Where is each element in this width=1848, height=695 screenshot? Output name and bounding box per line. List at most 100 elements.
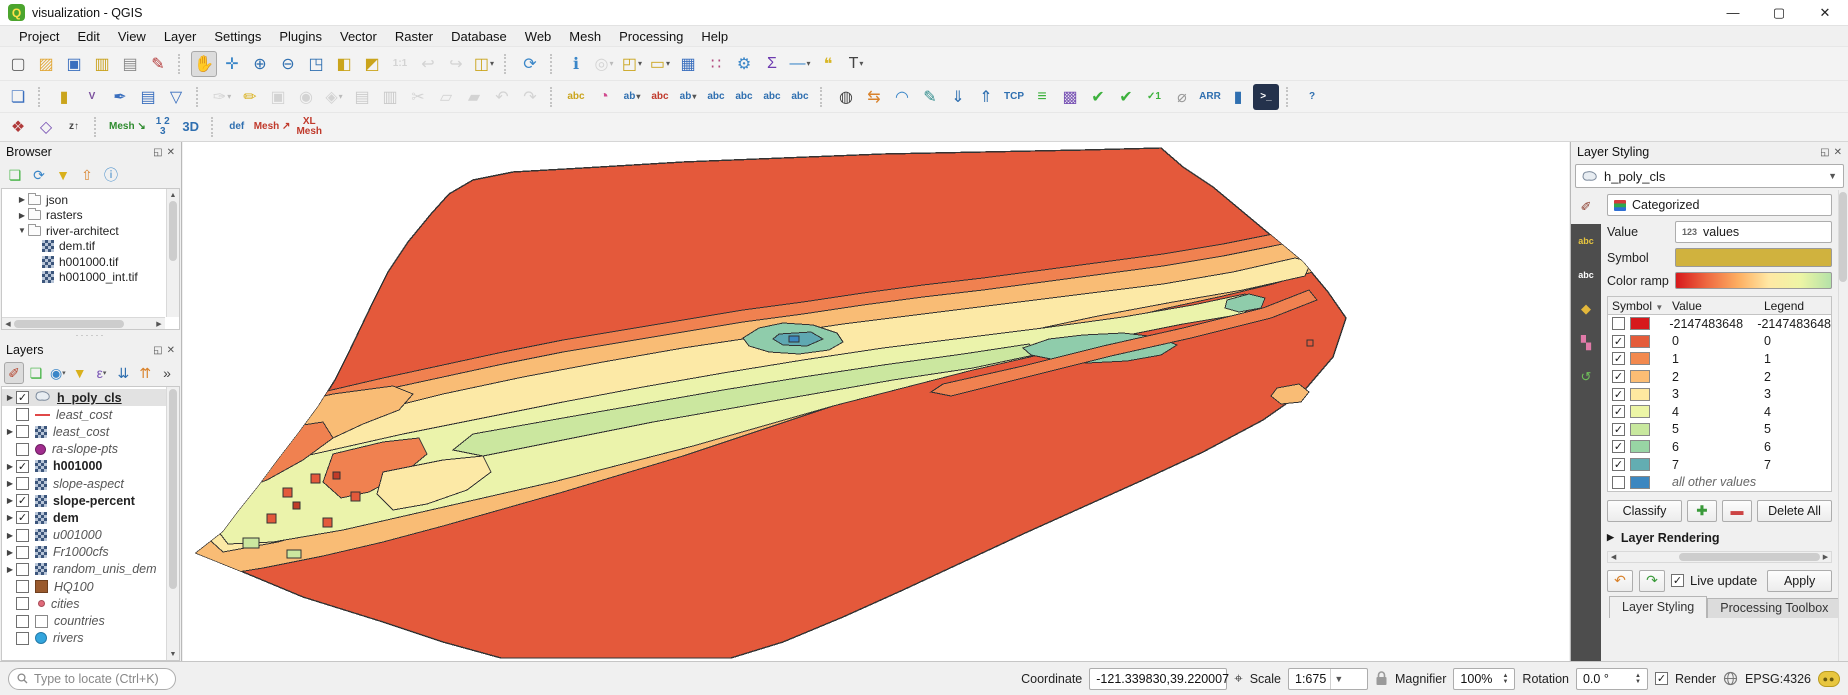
close-button[interactable]: ✕ (1802, 0, 1848, 25)
category-color-swatch[interactable] (1630, 422, 1650, 436)
import-layer-icon[interactable]: ⇓ (945, 84, 971, 110)
category-color-swatch[interactable] (1630, 352, 1650, 366)
zoom-next-icon[interactable]: ↪ (443, 51, 469, 77)
browser-item-json[interactable]: ▶ json (2, 192, 179, 208)
layer-expander-icon[interactable]: ▶ (4, 427, 16, 436)
zoom-out-icon[interactable]: ⊖ (275, 51, 301, 77)
collapse-all-icon[interactable]: ⇈ (135, 362, 155, 384)
menu-processing[interactable]: Processing (610, 28, 692, 45)
add-feature-icon[interactable]: ◉ (293, 84, 319, 110)
identify-features-icon[interactable]: ℹ (563, 51, 589, 77)
new-shapefile-layer-icon[interactable]: V (79, 84, 105, 110)
layer-expander-icon[interactable]: ▶ (4, 479, 16, 488)
layer-visibility-checkbox[interactable] (16, 545, 29, 559)
zoom-to-selection-icon[interactable]: ◩ (359, 51, 385, 77)
tree-expander-icon[interactable]: ▶ (16, 211, 28, 220)
layer-item-h001000[interactable]: ▶ ✓ h001000 (2, 458, 179, 475)
expand-all-icon[interactable]: ⇊ (113, 362, 133, 384)
dock-splitter[interactable]: ······ (0, 330, 181, 340)
browser-collapse-all-icon[interactable]: ⇧ (76, 164, 98, 186)
layer-diagram-options-icon[interactable]: ◔ (591, 84, 617, 110)
browser-item-h001000.tif[interactable]: h001000.tif (2, 254, 179, 270)
layer-item-rivers[interactable]: rivers (2, 630, 179, 647)
browser-properties-icon[interactable]: ⓘ (100, 164, 122, 186)
run-feature-action-icon[interactable]: ◎ ▾ (591, 51, 617, 77)
text-annotation-icon[interactable]: T ▾ (843, 51, 869, 77)
browser-float-icon[interactable]: ◱ (153, 147, 162, 158)
add-group-icon[interactable]: ❏ (26, 362, 46, 384)
category-checkbox[interactable]: ✓ (1612, 440, 1625, 454)
ruler-plugin-icon[interactable]: ⌀ (1169, 84, 1195, 110)
category-color-swatch[interactable] (1630, 387, 1650, 401)
category-checkbox[interactable]: ✓ (1612, 352, 1625, 366)
browser-vertical-scrollbar[interactable]: ▲ (166, 189, 179, 317)
panel-plugin-icon[interactable]: ▮ (1225, 84, 1251, 110)
layer-labeling-options-icon[interactable]: abc (563, 84, 589, 110)
rotate-label-icon[interactable]: abc (731, 84, 757, 110)
new-gpx-layer-icon[interactable]: ▽ (163, 84, 189, 110)
maximize-button[interactable]: ▢ (1756, 0, 1802, 25)
layer-visibility-checkbox[interactable] (16, 425, 29, 439)
layer-visibility-checkbox[interactable] (16, 562, 29, 576)
layer-visibility-checkbox[interactable]: ✓ (16, 494, 29, 508)
zoom-native-icon[interactable]: 1:1 (387, 51, 413, 77)
layers-close-icon[interactable]: ✕ (167, 345, 175, 356)
style-undo-button[interactable]: ↶ (1607, 569, 1633, 592)
toggle-editing-icon[interactable]: ✏ (237, 84, 263, 110)
checklist-tool-icon[interactable]: ≡ (1029, 84, 1055, 110)
category-color-swatch[interactable] (1630, 370, 1650, 384)
category-color-swatch[interactable] (1630, 334, 1650, 348)
tree-expander-icon[interactable]: ▼ (16, 226, 28, 235)
menu-database[interactable]: Database (442, 28, 516, 45)
symbology-tab-icon[interactable]: ✐ (1571, 190, 1601, 224)
menu-edit[interactable]: Edit (68, 28, 108, 45)
mesh-transects-icon[interactable]: ◇ (33, 114, 59, 140)
category-row[interactable]: ✓ 2 2 (1608, 368, 1831, 386)
browser-item-rasters[interactable]: ▶ rasters (2, 208, 179, 224)
symbol-swatch[interactable] (1675, 248, 1832, 267)
tree-expander-icon[interactable]: ▶ (16, 195, 28, 204)
layer-item-slope-aspect[interactable]: ▶ slope-aspect (2, 475, 179, 492)
python-console-icon[interactable]: >_ (1253, 83, 1279, 110)
layer-expander-icon[interactable]: ▶ (4, 531, 16, 540)
menu-mesh[interactable]: Mesh (560, 28, 610, 45)
field-calculator-icon[interactable]: ∷ (703, 51, 729, 77)
category-checkbox[interactable]: ✓ (1612, 387, 1625, 401)
styling-close-icon[interactable]: ✕ (1834, 147, 1842, 158)
renderer-select[interactable]: Categorized (1607, 194, 1832, 216)
locate-input[interactable]: Type to locate (Ctrl+K) (8, 667, 176, 690)
show-hide-labels-icon[interactable]: ab ▾ (675, 84, 701, 110)
new-project-icon[interactable]: ▢ (5, 51, 31, 77)
manage-map-themes-icon[interactable]: ◉ ▾ (48, 362, 68, 384)
zoom-to-layer-icon[interactable]: ◧ (331, 51, 357, 77)
browser-horizontal-scrollbar[interactable]: ◀ ▶ (2, 317, 165, 329)
spline-tool-icon[interactable]: ◠ (889, 84, 915, 110)
zoom-full-icon[interactable]: ◳ (303, 51, 329, 77)
layer-visibility-checkbox[interactable] (16, 528, 29, 542)
layer-item-HQ100[interactable]: HQ100 (2, 578, 179, 595)
menu-view[interactable]: View (109, 28, 155, 45)
modify-attributes-icon[interactable]: ▤ (349, 84, 375, 110)
layer-visibility-checkbox[interactable]: ✓ (16, 511, 29, 525)
menu-help[interactable]: Help (692, 28, 737, 45)
layer-item-slope-percent[interactable]: ▶ ✓ slope-percent (2, 492, 179, 509)
select-features-icon[interactable]: ◰ ▾ (619, 51, 645, 77)
layer-item-random_unis_dem[interactable]: ▶ random_unis_dem (2, 561, 179, 578)
export-layer-icon[interactable]: ⇑ (973, 84, 999, 110)
3d-view-tab-icon[interactable]: ◆ (1571, 292, 1601, 326)
new-print-layout-icon[interactable]: ▥ (89, 51, 115, 77)
layer-item-dem[interactable]: ▶ ✓ dem (2, 509, 179, 526)
category-checkbox[interactable] (1612, 317, 1625, 331)
mesh-digitizing-icon[interactable]: ❖ (5, 114, 31, 140)
zoom-last-icon[interactable]: ↩ (415, 51, 441, 77)
filter-by-expression-icon[interactable]: ε ▾ (92, 362, 112, 384)
geometry-check-icon[interactable]: ✔ (1113, 84, 1139, 110)
menu-raster[interactable]: Raster (386, 28, 442, 45)
color-ramp-swatch[interactable] (1675, 272, 1832, 289)
layer-item-least_cost[interactable]: least_cost (2, 406, 179, 423)
layer-expander-icon[interactable]: ▶ (4, 548, 16, 557)
styling-float-icon[interactable]: ◱ (1820, 147, 1829, 158)
layer-item-countries[interactable]: countries (2, 612, 179, 629)
browser-item-river-architect[interactable]: ▼ river-architect (2, 223, 179, 239)
bottom-tab-layer-styling[interactable]: Layer Styling (1609, 595, 1708, 618)
